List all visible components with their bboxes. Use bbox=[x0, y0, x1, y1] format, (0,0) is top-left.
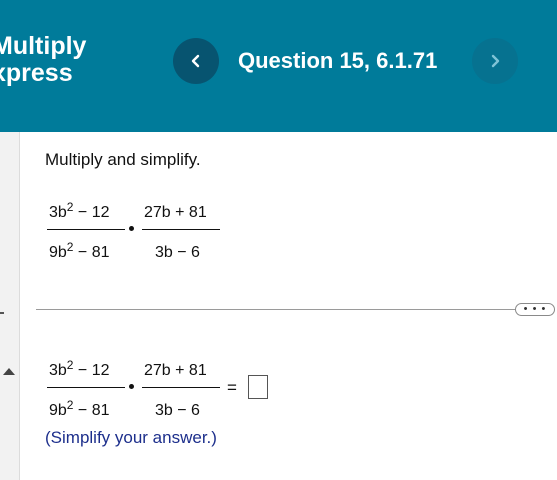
fraction-denominator: 3b − 6 bbox=[155, 244, 200, 261]
collapse-arrow-icon[interactable] bbox=[3, 368, 15, 375]
app-title: Multiply xpress bbox=[0, 32, 87, 87]
fraction-bar bbox=[47, 387, 125, 388]
fraction-bar bbox=[142, 387, 220, 388]
multiply-dot bbox=[129, 226, 134, 231]
question-prompt: Multiply and simplify. bbox=[45, 150, 201, 169]
fraction-denominator: 9b2 − 81 bbox=[49, 240, 110, 261]
section-divider bbox=[36, 309, 520, 310]
equals-sign: = bbox=[227, 378, 237, 397]
header-bar: Multiply xpress Question 15, 6.1.71 bbox=[0, 0, 557, 132]
fraction-numerator: 27b + 81 bbox=[144, 204, 207, 221]
panel-marker bbox=[0, 312, 4, 314]
chevron-left-icon bbox=[191, 54, 200, 68]
more-options-button[interactable]: • • • bbox=[515, 303, 555, 316]
fraction-denominator: 9b2 − 81 bbox=[49, 398, 110, 419]
answer-input[interactable] bbox=[248, 375, 268, 399]
fraction-bar bbox=[142, 229, 220, 230]
fraction-bar bbox=[47, 229, 125, 230]
fraction-numerator: 27b + 81 bbox=[144, 362, 207, 379]
left-side-panel[interactable] bbox=[0, 132, 20, 480]
chevron-right-icon bbox=[491, 54, 500, 68]
fraction-numerator: 3b2 − 12 bbox=[49, 200, 110, 221]
previous-question-button[interactable] bbox=[173, 38, 219, 84]
answer-hint: (Simplify your answer.) bbox=[45, 428, 217, 447]
fraction-denominator: 3b − 6 bbox=[155, 402, 200, 419]
question-title: Question 15, 6.1.71 bbox=[238, 48, 438, 73]
next-question-button[interactable] bbox=[472, 38, 518, 84]
multiply-dot bbox=[129, 384, 134, 389]
fraction-numerator: 3b2 − 12 bbox=[49, 358, 110, 379]
